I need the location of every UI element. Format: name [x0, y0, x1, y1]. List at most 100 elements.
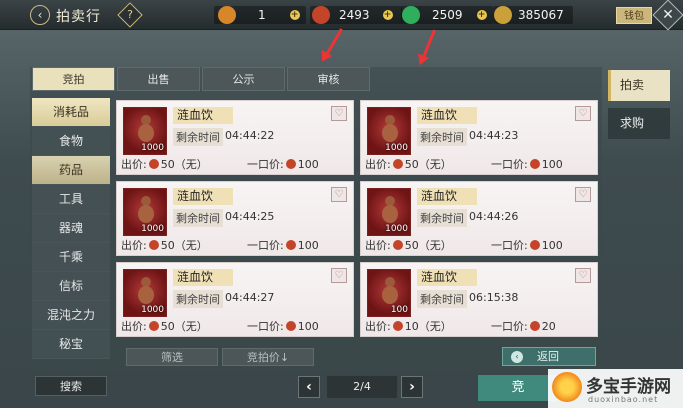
return-button[interactable]: ‹ 返回	[502, 347, 596, 366]
category-medicine[interactable]: 药品	[32, 156, 110, 185]
favorite-heart-icon[interactable]: ♡	[331, 106, 347, 121]
add-currency-2-button[interactable]: +	[382, 10, 393, 20]
side-tab-wanted[interactable]: 求购	[608, 108, 670, 139]
remaining-time: 06:15:38	[469, 291, 519, 304]
remaining-time: 04:44:26	[469, 210, 519, 223]
gold-ingot-icon	[494, 6, 512, 24]
red-coin-icon	[392, 159, 403, 169]
category-chaos-power[interactable]: 混沌之力	[32, 301, 110, 330]
search-button[interactable]: 搜索	[35, 376, 107, 396]
remaining-label: 剩余时间	[173, 128, 223, 146]
page-indicator: 2/4	[327, 376, 397, 398]
item-card[interactable]: 1000 涟血饮 ♡ 剩余时间 04:44:26 出价: 50（无） 一口价: 10…	[360, 181, 598, 256]
tab-sell[interactable]: 出售	[117, 67, 200, 91]
potion-gourd-icon: 1000	[367, 107, 411, 155]
category-tools[interactable]: 工具	[32, 185, 110, 214]
remaining-label: 剩余时间	[417, 128, 467, 146]
red-coin-icon	[392, 240, 403, 250]
sort-bid-price-button[interactable]: 竞拍价↓	[222, 348, 314, 366]
item-name: 涟血饮	[173, 107, 233, 124]
tab-public[interactable]: 公示	[202, 67, 285, 91]
next-page-button[interactable]: ›	[401, 376, 423, 398]
item-name: 涟血饮	[417, 269, 477, 286]
item-name: 涟血饮	[173, 269, 233, 286]
close-button[interactable]: ✕	[652, 0, 683, 31]
remaining-label: 剩余时间	[173, 290, 223, 308]
tab-auction[interactable]: 竞拍	[32, 67, 115, 91]
bid-price: 出价: 50（无）	[121, 239, 208, 252]
category-beacon[interactable]: 信标	[32, 272, 110, 301]
remaining-time: 04:44:27	[225, 291, 275, 304]
item-name: 涟血饮	[417, 107, 477, 124]
watermark-text: 多宝手游网	[586, 377, 671, 397]
back-arrow-icon: ‹	[511, 351, 523, 363]
prev-page-button[interactable]: ‹	[298, 376, 320, 398]
add-currency-3-button[interactable]: +	[476, 10, 487, 20]
red-coin-icon	[285, 321, 296, 331]
category-artifact-soul[interactable]: 器魂	[32, 214, 110, 243]
category-list: 消耗品 食物 药品 工具 器魂 千乘 信标 混沌之力 秘宝	[32, 98, 110, 359]
red-coin-icon	[148, 321, 159, 331]
potion-gourd-icon: 1000	[123, 188, 167, 236]
item-card[interactable]: 1000 涟血饮 ♡ 剩余时间 04:44:27 出价: 50（无） 一口价: 10…	[116, 262, 354, 337]
watermark: 多宝手游网 duoxinbao.net	[548, 369, 683, 408]
bid-action-button[interactable]: 竞	[478, 375, 558, 401]
red-coin-icon	[285, 240, 296, 250]
buyout-price: 一口价: 100	[491, 158, 563, 171]
currency-gold-ingot: 385067	[494, 5, 564, 25]
potion-gourd-icon: 1000	[123, 107, 167, 155]
bid-price: 出价: 10（无）	[365, 320, 452, 333]
auction-tabs: 竞拍 出售 公示 审核	[32, 67, 372, 91]
side-tab-auction[interactable]: 拍卖	[608, 70, 670, 101]
red-arrow-annotation	[325, 28, 343, 56]
item-name: 涟血饮	[417, 188, 477, 205]
currency-red-coin: 2493 +	[312, 5, 393, 25]
item-card[interactable]: 1000 涟血饮 ♡ 剩余时间 04:44:22 出价: 50（无） 一口价: 10…	[116, 100, 354, 175]
red-coin-icon	[529, 321, 540, 331]
favorite-heart-icon[interactable]: ♡	[575, 106, 591, 121]
potion-gourd-icon: 100	[367, 269, 411, 317]
category-food[interactable]: 食物	[32, 127, 110, 156]
category-treasure[interactable]: 秘宝	[32, 330, 110, 359]
bid-price: 出价: 50（无）	[121, 320, 208, 333]
remaining-label: 剩余时间	[417, 290, 467, 308]
favorite-heart-icon[interactable]: ♡	[331, 268, 347, 283]
remaining-label: 剩余时间	[173, 209, 223, 227]
back-arrow-icon[interactable]: ‹	[30, 5, 50, 25]
category-qiansheng[interactable]: 千乘	[32, 243, 110, 272]
category-consumables[interactable]: 消耗品	[32, 98, 110, 127]
currency-jade: 2509 +	[402, 5, 487, 25]
coin-bag-icon	[218, 6, 236, 24]
remaining-time: 04:44:25	[225, 210, 275, 223]
favorite-heart-icon[interactable]: ♡	[331, 187, 347, 202]
red-coin-icon	[529, 159, 540, 169]
item-card[interactable]: 1000 涟血饮 ♡ 剩余时间 04:44:25 出价: 50（无） 一口价: 10…	[116, 181, 354, 256]
currency-coin-bag: 1 +	[218, 5, 300, 25]
item-name: 涟血饮	[173, 188, 233, 205]
buyout-price: 一口价: 100	[491, 239, 563, 252]
red-arrow-annotation	[421, 29, 436, 59]
potion-gourd-icon: 1000	[123, 269, 167, 317]
favorite-heart-icon[interactable]: ♡	[575, 187, 591, 202]
tab-review[interactable]: 审核	[287, 67, 370, 91]
jade-icon	[402, 6, 420, 24]
favorite-heart-icon[interactable]: ♡	[575, 268, 591, 283]
remaining-time: 04:44:23	[469, 129, 519, 142]
red-coin-icon	[148, 240, 159, 250]
question-icon: ?	[127, 8, 133, 21]
buyout-price: 一口价: 20	[491, 320, 556, 333]
wallet-button[interactable]: 钱包	[616, 7, 652, 24]
filter-button[interactable]: 筛选	[126, 348, 218, 366]
top-bar: ‹ 拍卖行 ? 1 + 2493 + 2509 + 385067 钱包 ✕	[0, 0, 683, 31]
add-currency-1-button[interactable]: +	[289, 10, 300, 20]
close-icon: ✕	[662, 6, 674, 23]
red-coin-icon	[529, 240, 540, 250]
bid-price: 出价: 50（无）	[365, 239, 452, 252]
item-card[interactable]: 100 涟血饮 ♡ 剩余时间 06:15:38 出价: 10（无） 一口价: 20	[360, 262, 598, 337]
help-button[interactable]: ?	[117, 2, 143, 28]
red-coin-icon	[312, 6, 330, 24]
remaining-label: 剩余时间	[417, 209, 467, 227]
bid-price: 出价: 50（无）	[121, 158, 208, 171]
watermark-logo-icon	[552, 372, 582, 402]
item-card[interactable]: 1000 涟血饮 ♡ 剩余时间 04:44:23 出价: 50（无） 一口价: 10…	[360, 100, 598, 175]
